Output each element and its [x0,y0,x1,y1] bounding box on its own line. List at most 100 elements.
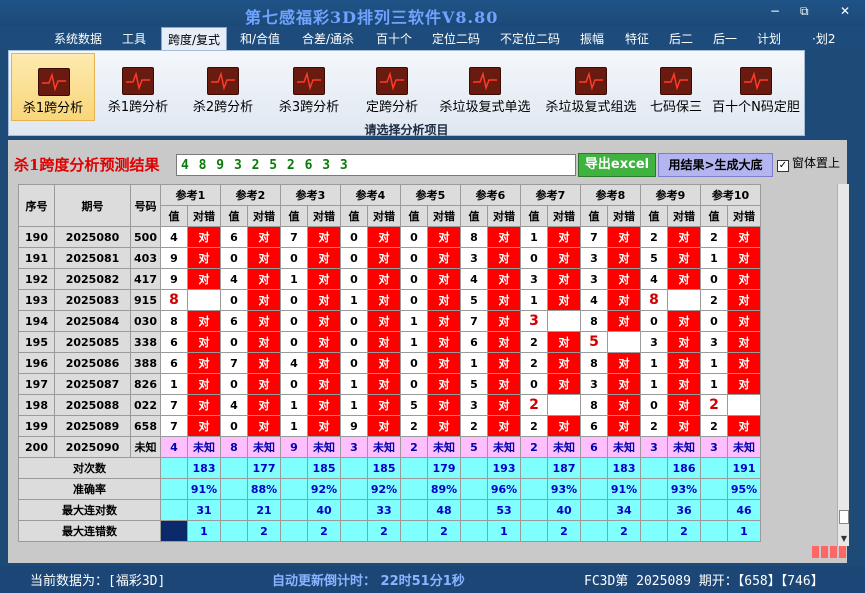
menu-diff-kill[interactable]: 合差/通杀 [302,30,354,47]
ribbon-kill-junk-group[interactable]: 杀垃圾复式组选 [539,53,643,121]
cell-value: 3 [460,247,488,269]
cell-value: 4 [280,352,308,374]
table-row-unknown[interactable]: 200 2025090 未知 4 未知 8 未知 9 未知 3 未知 2 未知 5 未知 2 未知 6 未知 3 未知 3… [18,436,761,458]
table-row[interactable]: 195 2025085 338 6 对 0 对 0 对 0 对 1 对 6 对 2 对 5 3 对 3 对 [18,331,761,353]
cell-value: 0 [280,289,308,311]
scroll-down-icon[interactable]: ▼ [839,534,849,546]
menu-span-multiple[interactable]: 跨度/复式 [161,27,228,50]
menu-amplitude[interactable]: 振幅 [580,30,604,47]
row-number: 417 [130,268,161,290]
ribbon-kill1-span[interactable]: 杀1跨分析 [97,53,179,121]
progress-indicator [812,546,852,558]
menu-tools[interactable]: 工具 [122,30,146,47]
table-row[interactable]: 197 2025087 826 1 对 0 对 0 对 1 对 0 对 5 对 0 对 3 对 1 对 1 对 [18,373,761,395]
menu-sum-value[interactable]: 和/合值 [240,30,280,47]
cell-value: 2 [640,415,668,437]
cell-blank [727,394,761,416]
generate-base-button[interactable]: 用结果>生成大底 [658,153,773,177]
table-row[interactable]: 193 2025083 915 8 0 对 0 对 1 对 0 对 5 对 1 对 4 对 8 2 对 [18,289,761,311]
table-row[interactable]: 198 2025088 022 7 对 4 对 1 对 1 对 5 对 3 对 2 8 对 0 对 2 [18,394,761,416]
table-row[interactable]: 199 2025089 658 7 对 0 对 1 对 9 对 2 对 2 对 2 对 6 对 2 对 2 对 [18,415,761,437]
cell-correct: 对 [367,331,401,353]
ribbon-kill3-span[interactable]: 杀3跨分析 [267,53,351,121]
cell-value: 0 [520,373,548,395]
result-header: 对错 [367,205,401,227]
cell-value: 3 [520,310,548,332]
ribbon-n-code-dan[interactable]: 百十个N码定胆 [709,53,803,121]
predicted-value: 9 [280,436,308,458]
cell-value: 6 [220,310,248,332]
cell-value: 9 [160,268,188,290]
value-header: 值 [400,205,428,227]
stats-cell [400,499,428,521]
chart-icon [740,67,772,95]
ribbon-kill1-span-active[interactable]: 杀1跨分析 [11,53,95,121]
menu-plan[interactable]: 计划 [757,30,781,47]
cell-correct: 对 [247,226,281,248]
menu-plan-2[interactable]: ·划2 [812,30,835,47]
current-data-source: 当前数据为：[福彩3D] [30,574,166,589]
predicted-value: 2 [400,436,428,458]
cell-correct: 对 [427,331,461,353]
cell-value: 1 [700,373,728,395]
ribbon-kill2-span[interactable]: 杀2跨分析 [181,53,265,121]
menu-unfixed-two-code[interactable]: 不定位二码 [500,30,560,47]
window-topmost-checkbox[interactable]: ✓ 窗体置上 [777,154,840,172]
table-row[interactable]: 190 2025080 500 4 对 6 对 7 对 0 对 0 对 8 对 1 对 7 对 2 对 2 对 [18,226,761,248]
chart-icon [207,67,239,95]
cell-value: 2 [520,415,548,437]
cell-correct: 对 [367,289,401,311]
ribbon-seven-code[interactable]: 七码保三 [645,53,707,121]
menu-fixed-two-code[interactable]: 定位二码 [432,30,480,47]
cell-value: 7 [580,226,608,248]
stats-value: 89% [427,478,461,500]
cell-correct: 对 [247,247,281,269]
cell-correct: 对 [247,331,281,353]
restore-icon[interactable]: ⧉ [800,4,809,19]
row-number: 826 [130,373,161,395]
ref-header: 参考5 [400,184,461,206]
cell-value: 0 [280,310,308,332]
stats-cell [220,457,248,479]
menu-hundreds-tens-units[interactable]: 百十个 [376,30,412,47]
ribbon-caption: 请选择分析项目 [364,123,449,137]
cell-blank [667,289,701,311]
stats-cell [280,520,308,542]
stats-cell [340,478,368,500]
vertical-scrollbar[interactable]: ▼ [837,184,849,546]
ref-header: 参考9 [640,184,701,206]
row-issue: 2025080 [54,226,131,248]
scroll-thumb[interactable] [839,510,849,524]
table-row[interactable]: 194 2025084 030 8 对 6 对 0 对 0 对 1 对 7 对 3 8 对 0 对 0 对 [18,310,761,332]
cell-correct: 对 [367,268,401,290]
cell-value: 6 [580,415,608,437]
table-row[interactable]: 191 2025081 403 9 对 0 对 0 对 0 对 0 对 3 对 0 对 3 对 5 对 1 对 [18,247,761,269]
close-icon[interactable]: ✕ [840,4,850,18]
row-seq: 198 [18,394,55,416]
cell-correct: 对 [367,247,401,269]
ribbon-fixed-span[interactable]: 定跨分析 [353,53,431,121]
cell-correct: 对 [727,415,761,437]
menu-last-two[interactable]: 后二 [669,30,693,47]
ref-header: 参考6 [460,184,521,206]
stats-value: 48 [427,499,461,521]
cell-value: 1 [700,352,728,374]
result-input[interactable]: 4 8 9 3 2 5 2 6 3 3 [176,154,576,176]
table-row[interactable]: 196 2025086 388 6 对 7 对 4 对 0 对 0 对 1 对 2 对 8 对 1 对 1 对 [18,352,761,374]
result-header: 对错 [187,205,221,227]
header-row-1: 序号 期号 号码 参考1 参考2 参考3 参考4 参考5 参考6 参考7 参考8 参考9 参考10 [18,184,761,227]
predicted-value: 3 [340,436,368,458]
menu-system-data[interactable]: 系统数据 [54,30,102,47]
cell-correct: 对 [487,352,521,374]
menu-feature[interactable]: 特征 [625,30,649,47]
cell-correct: 对 [427,415,461,437]
menu-last-one[interactable]: 后一 [713,30,737,47]
export-excel-button[interactable]: 导出excel [578,153,656,177]
cell-value: 5 [460,289,488,311]
minimize-icon[interactable]: − [770,4,780,18]
table-row[interactable]: 192 2025082 417 9 对 4 对 1 对 0 对 0 对 4 对 3 对 3 对 4 对 0 对 [18,268,761,290]
ribbon-kill-junk-single[interactable]: 杀垃圾复式单选 [433,53,537,121]
cell-value: 0 [340,247,368,269]
cell-correct: 对 [727,331,761,353]
cell-value: 8 [160,289,188,311]
